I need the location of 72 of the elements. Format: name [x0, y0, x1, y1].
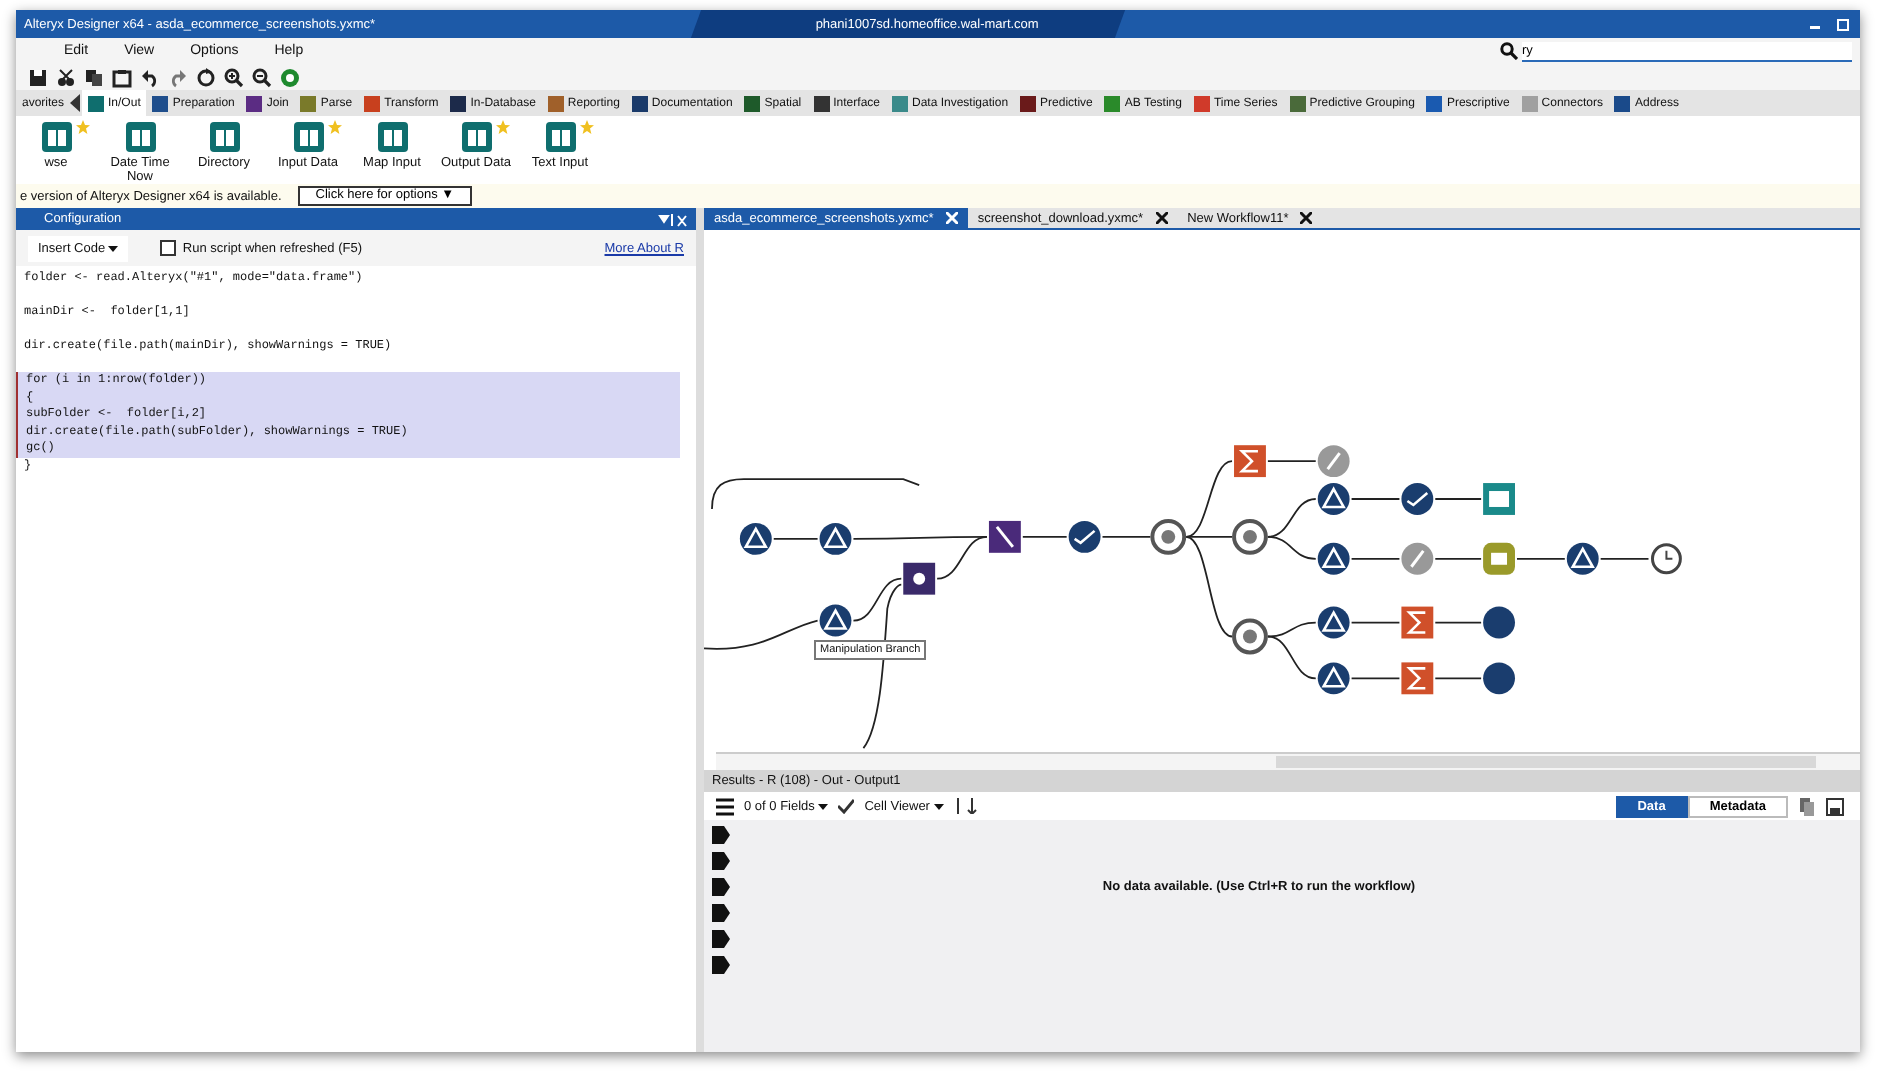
copy-icon[interactable] [84, 67, 104, 87]
connector-line [1101, 535, 1152, 538]
triangle-node-icon[interactable] [819, 522, 852, 555]
connector-line [1599, 557, 1650, 560]
close-icon[interactable] [1155, 212, 1168, 224]
book-tool-icon [461, 122, 491, 152]
connector-line [1350, 677, 1401, 680]
undo-icon[interactable] [140, 67, 160, 87]
connector-line [704, 619, 819, 650]
connector-line [1434, 621, 1482, 624]
caret-icon [108, 245, 119, 251]
paste-icon[interactable] [112, 67, 132, 87]
book-tool-icon [293, 122, 323, 152]
sort-icon[interactable] [953, 798, 978, 814]
connector-line [1350, 557, 1401, 560]
rounded-square-node-icon[interactable] [1483, 542, 1515, 575]
save-icon[interactable] [1826, 797, 1844, 815]
ring-node-icon[interactable] [1150, 518, 1187, 555]
slash-node-icon[interactable] [1401, 542, 1434, 575]
restore-icon[interactable] [1836, 16, 1852, 32]
clock-node-icon[interactable] [1651, 543, 1682, 575]
checkbox[interactable] [160, 240, 177, 256]
caret-icon [818, 803, 829, 809]
horizontal-scrollbar[interactable] [716, 752, 1860, 770]
redo-icon[interactable] [168, 67, 188, 87]
book-tool-icon [209, 122, 239, 152]
connector-line [1434, 498, 1482, 500]
triangle-node-icon[interactable] [1317, 542, 1350, 575]
connector-line [1350, 498, 1401, 500]
check-node-icon[interactable] [1068, 520, 1101, 553]
ring-node-icon[interactable] [1232, 618, 1268, 655]
scrollbar-thumb[interactable] [1276, 756, 1816, 769]
cut-icon[interactable] [56, 67, 76, 87]
join-node-icon[interactable] [903, 562, 936, 595]
circle-node-icon[interactable] [1483, 662, 1515, 695]
triangle-node-icon[interactable] [1317, 662, 1350, 695]
triangle-node-icon[interactable] [739, 522, 772, 555]
caret-icon [933, 803, 944, 809]
connector-line [772, 537, 819, 540]
connector-line [1267, 460, 1317, 463]
sigma-node-icon[interactable] [1234, 445, 1266, 478]
triangle-node-icon[interactable] [819, 604, 852, 637]
circle-node-icon[interactable] [1483, 606, 1515, 639]
book-tool-icon [125, 122, 155, 152]
slash-node-icon[interactable] [1317, 445, 1350, 478]
run-icon[interactable] [280, 67, 300, 87]
book-tool-icon [41, 122, 71, 152]
connector-line [1021, 535, 1068, 538]
refresh-icon[interactable] [196, 67, 216, 87]
book-tool-icon [377, 122, 407, 152]
connector-line [1434, 677, 1482, 680]
pin-close-icon[interactable] [656, 211, 688, 227]
sigma-node-icon[interactable] [1401, 606, 1434, 639]
book-tool-icon [545, 122, 575, 152]
save-icon[interactable] [28, 67, 48, 87]
connector-line [1350, 621, 1401, 624]
triangle-node-icon[interactable] [1317, 483, 1350, 515]
sigma-node-icon[interactable] [1401, 662, 1434, 695]
ring-node-icon[interactable] [1232, 518, 1268, 555]
check-node-icon[interactable] [1401, 483, 1434, 515]
report-node-icon[interactable] [1483, 483, 1515, 515]
zoom-out-icon[interactable] [252, 67, 272, 87]
triangle-node-icon[interactable] [1566, 542, 1599, 575]
slash-square-node-icon[interactable] [988, 520, 1021, 553]
check-icon[interactable] [838, 798, 855, 814]
list-icon[interactable] [716, 797, 734, 815]
triangle-node-icon[interactable] [1317, 606, 1350, 639]
search-icon [1500, 42, 1518, 60]
close-icon[interactable] [1300, 212, 1313, 224]
zoom-in-icon[interactable] [224, 67, 244, 87]
connector-line [1516, 557, 1566, 560]
connector-line [1434, 557, 1482, 560]
